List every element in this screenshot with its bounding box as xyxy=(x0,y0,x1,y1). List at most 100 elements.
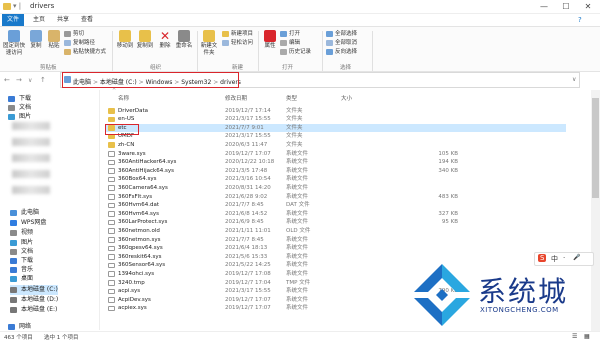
quick-access-toolbar[interactable]: ▾ | xyxy=(13,2,21,10)
cell-name: 360FsFlt.sys xyxy=(118,193,153,200)
video-icon xyxy=(10,229,17,236)
copy-to-button[interactable]: 复制到 xyxy=(136,30,154,50)
file-icon xyxy=(108,262,115,269)
cell-type: OLD 文件 xyxy=(286,227,311,234)
cell-name: 360Hvm64.dat xyxy=(118,202,160,209)
minimize-button[interactable]: — xyxy=(534,1,554,13)
sidebar-item[interactable]: 桌面 xyxy=(10,274,33,284)
forward-icon[interactable]: → xyxy=(16,76,22,84)
easy-access-button[interactable]: 轻松访问 xyxy=(222,39,253,48)
table-row[interactable]: 360Hvm64.dat 2021/7/7 8:45 DAT 文件 xyxy=(106,201,566,210)
sidebar-item-label: 文档 xyxy=(19,104,32,111)
copy-button[interactable]: 复制 xyxy=(28,30,44,50)
sidebar-item[interactable]: 此电脑 xyxy=(10,208,39,218)
sidebar-item[interactable]: 本地磁盘 (D:) xyxy=(10,295,58,305)
cell-name: en-US xyxy=(118,116,135,123)
cell-name: 360AntiHijack64.sys xyxy=(118,167,174,174)
column-header-type[interactable]: 类型 xyxy=(286,94,297,102)
cell-date: 2020/6/3 11:47 xyxy=(225,141,268,148)
back-icon[interactable]: ← xyxy=(4,76,10,84)
table-row[interactable]: 360AntiHacker64.sys 2020/12/22 10:18 系统文件 1… xyxy=(106,158,566,167)
sidebar-item[interactable]: WPS网盘 xyxy=(10,218,46,228)
cell-name: 360Camera64.sys xyxy=(118,184,168,191)
help-icon[interactable]: ? xyxy=(578,16,582,24)
file-icon xyxy=(108,151,115,157)
maximize-button[interactable]: ☐ xyxy=(556,1,576,13)
new-item-button[interactable]: 新建项目 xyxy=(222,30,253,39)
file-icon xyxy=(108,228,115,234)
table-row[interactable]: 360reskit64.sys 2021/5/6 15:33 系统文件 xyxy=(106,253,566,262)
copy-path-button[interactable]: 复制路径 xyxy=(64,39,106,48)
select-none-button[interactable]: 全部取消 xyxy=(326,39,357,48)
sidebar-item[interactable]: 本地磁盘 (E:) xyxy=(10,305,57,315)
table-row[interactable]: 360netmon.old 2021/1/11 11:01 OLD 文件 xyxy=(106,227,566,236)
table-row[interactable]: DriverData 2019/12/7 17:14 文件夹 xyxy=(106,107,566,116)
new-item-icon xyxy=(222,30,229,37)
table-row[interactable]: UMDF 2021/3/17 15:55 文件夹 xyxy=(106,132,566,141)
etc-highlight-box xyxy=(105,124,139,135)
sidebar-item-label: 本地磁盘 (D:) xyxy=(21,296,59,303)
up-icon[interactable]: ↑ xyxy=(40,76,46,84)
table-row[interactable]: 360LarProtect.sys 2021/6/9 8:45 系统文件 95 KB xyxy=(106,218,566,227)
watermark-url: XITONGCHENG.COM xyxy=(480,306,559,314)
sidebar-item-label: WPS网盘 xyxy=(21,219,47,226)
cut-button[interactable]: 剪切 xyxy=(64,30,106,39)
table-row[interactable]: en-US 2021/3/17 15:55 文件夹 xyxy=(106,115,566,124)
close-button[interactable]: ✕ xyxy=(578,1,598,13)
details-view-icon[interactable]: ☰ xyxy=(572,333,577,340)
tab-file[interactable]: 文件 xyxy=(2,14,25,26)
download-icon xyxy=(8,95,15,102)
open-button[interactable]: 打开 xyxy=(280,30,311,39)
column-header-size[interactable]: 大小 xyxy=(341,94,352,102)
scrollbar-thumb[interactable] xyxy=(592,98,599,198)
tab-share[interactable]: 共享 xyxy=(52,14,74,26)
properties-button[interactable]: 属性 xyxy=(262,30,278,50)
edit-icon xyxy=(280,39,287,46)
paste-button[interactable]: 粘贴 xyxy=(46,30,62,50)
tab-view[interactable]: 查看 xyxy=(76,14,98,26)
delete-button[interactable]: ✕ 删除 xyxy=(157,30,173,50)
sidebar-item[interactable]: 图片 xyxy=(8,112,31,122)
table-row[interactable]: 360Box64.sys 2021/3/16 10:54 系统文件 xyxy=(106,175,566,184)
select-all-button[interactable]: 全部选择 xyxy=(326,30,357,39)
table-row[interactable]: 360Sensor64.sys 2021/5/22 14:25 系统文件 xyxy=(106,261,566,270)
history-button[interactable]: 历史记录 xyxy=(280,48,311,57)
cell-name: 360qpesv64.sys xyxy=(118,245,163,252)
sidebar-item[interactable]: 本地磁盘 (C:) xyxy=(10,285,58,295)
cell-type: 文件夹 xyxy=(286,124,303,131)
invert-selection-button[interactable]: 反向选择 xyxy=(326,48,357,57)
file-icon xyxy=(108,202,115,209)
properties-icon xyxy=(264,30,276,42)
window-title: drivers xyxy=(30,2,55,10)
sidebar-item-label: 视频 xyxy=(21,229,34,236)
file-icon xyxy=(108,288,115,295)
rename-button[interactable]: 重命名 xyxy=(175,30,193,50)
recent-locations-icon[interactable]: ∨ xyxy=(28,77,32,84)
folder-icon xyxy=(3,3,11,10)
table-row[interactable]: 360Hvm64.sys 2021/6/8 14:52 系统文件 327 KB xyxy=(106,210,566,219)
table-row[interactable]: 360netmon.sys 2021/7/7 8:45 系统文件 xyxy=(106,236,566,245)
ime-toolbar[interactable]: S 中 · 🎤 xyxy=(534,252,594,266)
thumbnail-view-icon[interactable]: ▦ xyxy=(584,333,590,340)
table-row[interactable]: 360qpesv64.sys 2021/6/4 18:13 系统文件 xyxy=(106,244,566,253)
column-header-name[interactable]: 名称 xyxy=(118,94,129,102)
edit-button[interactable]: 编辑 xyxy=(280,39,311,48)
move-to-button[interactable]: 移动到 xyxy=(116,30,134,50)
table-row[interactable]: 360FsFlt.sys 2021/6/28 9:02 系统文件 483 KB xyxy=(106,193,566,202)
sidebar-item[interactable]: 视频 xyxy=(10,228,33,238)
table-row[interactable]: 360Camera64.sys 2020/8/31 14:20 系统文件 xyxy=(106,184,566,193)
table-row[interactable]: etc 2021/7/7 9:01 文件夹 xyxy=(106,123,566,133)
cell-name: 360Box64.sys xyxy=(118,176,157,183)
table-row[interactable]: zh-CN 2020/6/3 11:47 文件夹 xyxy=(106,141,566,150)
address-dropdown-icon[interactable]: ∨ xyxy=(572,76,576,83)
table-row[interactable]: 360AntiHijack64.sys 2021/3/5 17:48 系统文件 340… xyxy=(106,167,566,176)
history-icon xyxy=(280,48,287,55)
column-header-date[interactable]: 修改日期 xyxy=(225,94,247,102)
network-icon xyxy=(8,323,15,330)
cell-date: 2020/8/31 14:20 xyxy=(225,184,271,191)
table-row[interactable]: 3ware.sys 2019/12/7 17:07 系统文件 105 KB xyxy=(106,150,566,159)
new-folder-button[interactable]: 新建文件夹 xyxy=(200,30,218,57)
tab-home[interactable]: 主页 xyxy=(28,14,50,26)
paste-shortcut-button[interactable]: 粘贴快捷方式 xyxy=(64,48,106,57)
pin-button[interactable]: 固定到快速访问 xyxy=(2,30,26,57)
